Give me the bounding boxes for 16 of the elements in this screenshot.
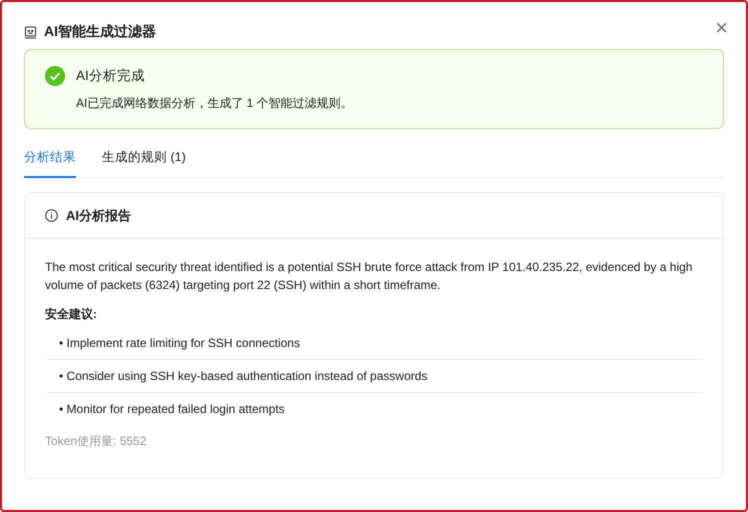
advice-item: • Implement rate limiting for SSH connections xyxy=(45,327,703,360)
info-icon xyxy=(45,209,58,222)
card-title: AI分析报告 xyxy=(66,206,131,224)
token-usage: Token使用量: 5552 xyxy=(45,433,148,450)
alert-message: AI已完成网络数据分析，生成了 1 个智能过滤规则。 xyxy=(76,94,354,112)
advice-item: • Monitor for repeated failed login attempts xyxy=(58,401,286,418)
advice-item: • Consider using SSH key-based authentication instead of passwords xyxy=(45,360,703,393)
advice-heading: 安全建议: xyxy=(45,306,98,323)
tab[interactable]: 生成的规则 (1) xyxy=(102,149,186,178)
tab[interactable]: 分析结果 xyxy=(24,149,76,178)
alert-title: AI分析完成 xyxy=(76,67,146,86)
close-button[interactable]: × xyxy=(715,19,728,37)
summary-text: The most critical security threat identified is a potential SSH brute force attack from IP 101.40.235.22, evidenced by a high volume of packets (6324) targeting port 22 (SSH) within a short timeframe. xyxy=(45,259,694,294)
dialog-title: AI智能生成过滤器 xyxy=(44,23,157,41)
robot-icon xyxy=(24,26,37,38)
check-circle-icon xyxy=(45,66,65,86)
